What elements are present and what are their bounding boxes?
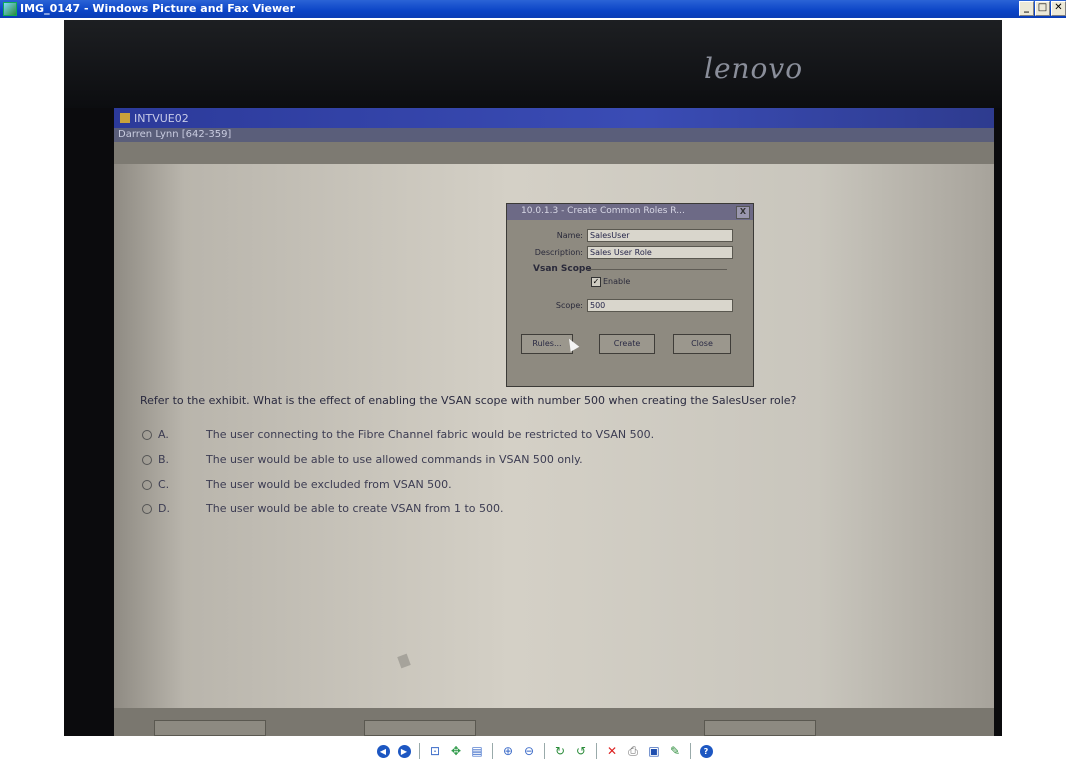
radio-d-icon	[142, 504, 152, 514]
next-image-icon[interactable]: ▶	[395, 742, 413, 760]
exam-app-titlebar: INTVUE02	[114, 108, 994, 128]
footer-button-middle	[364, 720, 476, 736]
toolbar-separator	[596, 743, 597, 759]
monitor-screen: INTVUE02 Darren Lynn [642-359] 10.0.1.3 …	[114, 108, 994, 736]
exhibit-dialog-title: 10.0.1.3 - Create Common Roles R...	[521, 206, 685, 216]
exam-header-band	[114, 142, 994, 164]
maximize-button[interactable]: □	[1035, 1, 1050, 16]
create-button: Create	[599, 334, 655, 354]
close-button[interactable]: ✕	[1051, 1, 1066, 16]
answer-option-b: B. The user would be able to use allowed …	[142, 453, 583, 466]
radio-a-icon	[142, 430, 152, 440]
previous-image-icon[interactable]: ◀	[374, 742, 392, 760]
toolbar-separator	[492, 743, 493, 759]
option-b-text: The user would be able to use allowed co…	[206, 453, 583, 466]
rules-button: Rules...	[521, 334, 573, 354]
viewer-toolbar: ◀ ▶ ⊡ ✥ ▤ ⊕ ⊖ ↻ ↺ ✕ ⎙ ▣ ✎ ?	[374, 740, 715, 762]
answer-option-d: D. The user would be able to create VSAN …	[142, 502, 504, 515]
toolbar-separator	[419, 743, 420, 759]
delete-icon[interactable]: ✕	[603, 742, 621, 760]
zoom-in-icon[interactable]: ⊕	[499, 742, 517, 760]
option-c-text: The user would be excluded from VSAN 500…	[206, 478, 452, 491]
description-field: Sales User Role	[587, 246, 733, 259]
question-text: Refer to the exhibit. What is the effect…	[140, 394, 797, 407]
radio-c-icon	[142, 480, 152, 490]
actual-size-icon[interactable]: ✥	[447, 742, 465, 760]
exam-footer	[114, 708, 994, 736]
print-icon[interactable]: ⎙	[624, 742, 642, 760]
monitor-bezel	[64, 20, 1002, 108]
candidate-bar: Darren Lynn [642-359]	[114, 128, 994, 142]
option-d-text: The user would be able to create VSAN fr…	[206, 502, 504, 515]
radio-b-icon	[142, 455, 152, 465]
minimize-button[interactable]: _	[1019, 1, 1034, 16]
option-b-letter: B.	[158, 453, 170, 466]
name-label: Name:	[556, 231, 583, 240]
exhibit-close-icon: X	[736, 206, 750, 219]
close-dialog-button: Close	[673, 334, 731, 354]
picture-viewer-icon	[3, 2, 17, 16]
rotate-counterclockwise-icon[interactable]: ↺	[572, 742, 590, 760]
footer-button-left	[154, 720, 266, 736]
best-fit-icon[interactable]: ⊡	[426, 742, 444, 760]
description-label: Description:	[534, 248, 583, 257]
answer-option-c: C. The user would be excluded from VSAN 5…	[142, 478, 452, 491]
exam-app-title: INTVUE02	[134, 112, 189, 125]
toolbar-separator	[690, 743, 691, 759]
enable-label: Enable	[603, 277, 631, 286]
footer-button-right	[704, 720, 816, 736]
displayed-photo: lenovo INTVUE02 Darren Lynn [642-359] 10…	[64, 20, 1002, 736]
slideshow-icon[interactable]: ▤	[468, 742, 486, 760]
edit-icon[interactable]: ✎	[666, 742, 684, 760]
save-icon[interactable]: ▣	[645, 742, 663, 760]
answer-option-a: A. The user connecting to the Fibre Chann…	[142, 428, 654, 441]
rotate-clockwise-icon[interactable]: ↻	[551, 742, 569, 760]
help-icon[interactable]: ?	[697, 742, 715, 760]
name-field: SalesUser	[587, 229, 733, 242]
window-title: IMG_0147 - Windows Picture and Fax Viewe…	[20, 2, 296, 15]
option-a-letter: A.	[158, 428, 169, 441]
option-d-letter: D.	[158, 502, 170, 515]
vsan-scope-group-label: Vsan Scope	[533, 264, 592, 274]
exhibit-dialog-titlebar: 10.0.1.3 - Create Common Roles R... X	[507, 204, 753, 220]
scope-label: Scope:	[555, 301, 583, 310]
enable-checkbox: ✓	[591, 277, 601, 287]
option-c-letter: C.	[158, 478, 170, 491]
app-logo-icon	[120, 113, 130, 123]
mouse-reflection	[397, 653, 411, 669]
toolbar-separator	[544, 743, 545, 759]
zoom-out-icon[interactable]: ⊖	[520, 742, 538, 760]
group-divider	[587, 269, 727, 270]
monitor-brand-logo: lenovo	[704, 52, 804, 85]
candidate-name: Darren Lynn [642-359]	[118, 129, 232, 140]
title-bar: IMG_0147 - Windows Picture and Fax Viewe…	[0, 0, 1066, 18]
option-a-text: The user connecting to the Fibre Channel…	[206, 428, 655, 441]
scope-field: 500	[587, 299, 733, 312]
exhibit-dialog: 10.0.1.3 - Create Common Roles R... X Na…	[506, 203, 754, 387]
